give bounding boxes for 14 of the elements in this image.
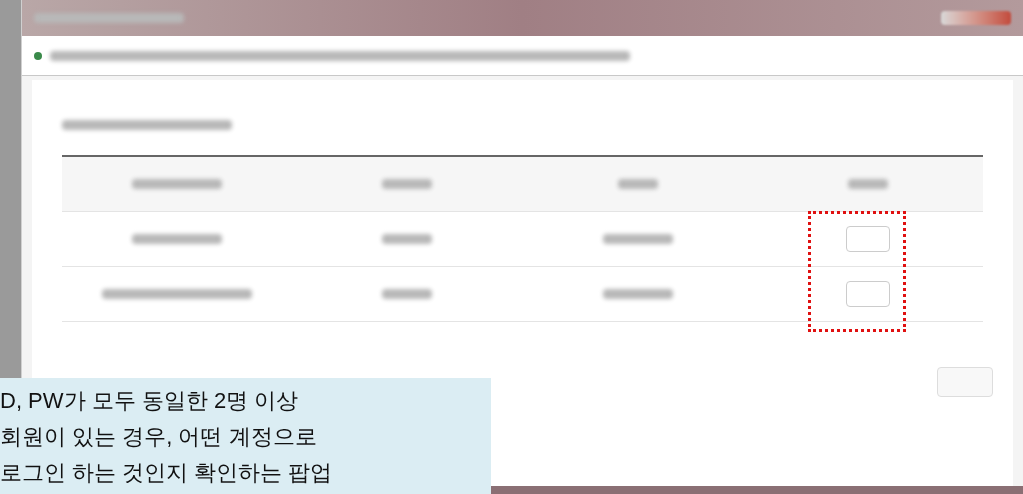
blurred-text	[382, 234, 433, 244]
close-button[interactable]	[937, 367, 993, 397]
callout-text: 회원이 있는 경우, 어떤 계정으로	[0, 423, 318, 451]
blurred-text	[602, 289, 673, 299]
blurred-text	[382, 289, 433, 299]
blurred-text	[847, 179, 888, 189]
lock-icon	[34, 51, 42, 60]
blurred-text	[602, 234, 673, 244]
select-button[interactable]	[845, 281, 890, 307]
blurred-text	[617, 179, 658, 189]
select-button[interactable]	[845, 226, 890, 252]
callout-text: D, PW가 모두 동일한 2명 이상	[0, 387, 300, 415]
blurred-text	[382, 179, 433, 189]
callout-text: 로그인 하는 것인지 확인하는 팝업	[0, 459, 334, 487]
